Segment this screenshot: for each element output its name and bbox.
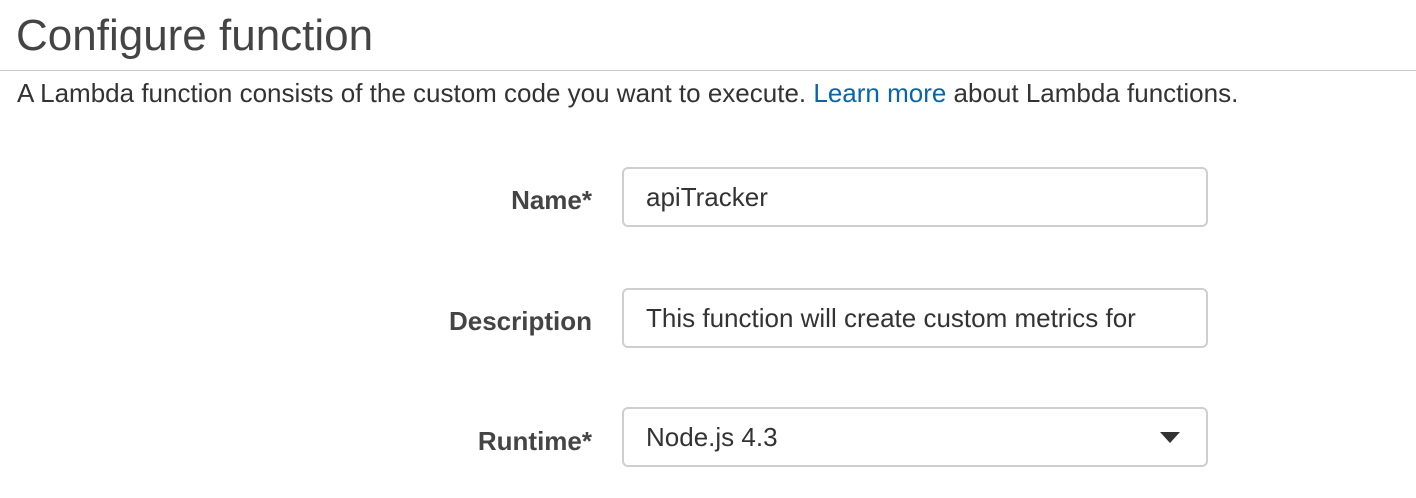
configure-function-page: Configure function A Lambda function con… (0, 0, 1416, 498)
caret-down-icon (1160, 431, 1180, 443)
intro-text-after: about Lambda functions. (946, 78, 1239, 108)
intro-text: A Lambda function consists of the custom… (17, 76, 1238, 110)
title-divider (0, 70, 1416, 71)
runtime-label: Runtime* (477, 426, 592, 456)
description-label: Description (448, 306, 592, 336)
runtime-select[interactable]: Node.js 4.3 (622, 407, 1208, 467)
name-label: Name* (511, 185, 592, 215)
page-title: Configure function (16, 11, 374, 60)
runtime-selected-value: Node.js 4.3 (646, 421, 778, 452)
learn-more-link[interactable]: Learn more (813, 78, 946, 108)
name-input[interactable] (622, 167, 1208, 227)
intro-text-before: A Lambda function consists of the custom… (17, 78, 814, 108)
description-input[interactable] (622, 288, 1208, 348)
